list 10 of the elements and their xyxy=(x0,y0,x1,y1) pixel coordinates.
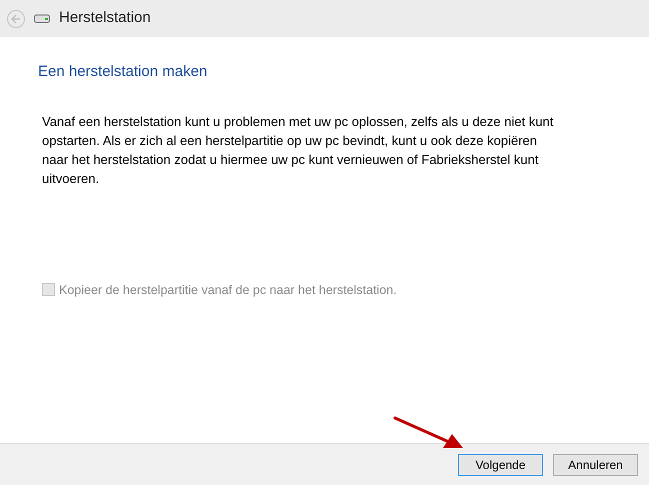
dialog-button[interactable]: Annuleren xyxy=(553,454,638,476)
drive-icon xyxy=(34,14,50,23)
back-button[interactable] xyxy=(7,10,25,28)
dialog-button[interactable]: Volgende xyxy=(458,454,543,476)
annotation-arrow xyxy=(393,415,465,451)
back-arrow-icon xyxy=(11,14,21,24)
window-title: Herstelstation xyxy=(59,8,151,28)
checkbox-label: Kopieer de herstelpartitie vanaf de pc naar het herstelstation. xyxy=(59,282,397,299)
page-heading: Een herstelstation maken xyxy=(38,62,208,82)
description-text: Vanaf een herstelstation kunt u problemen met uw pc oplossen, zelfs als u deze niet kunt opstarten. Als er zich al een herstelpartitie op uw pc bevindt, kunt u ook deze kopiëren naar het herstelstation zodat u hiermee uw pc kunt vernieuwen of Fabrieksherstel kunt uitvoeren. xyxy=(42,112,554,188)
